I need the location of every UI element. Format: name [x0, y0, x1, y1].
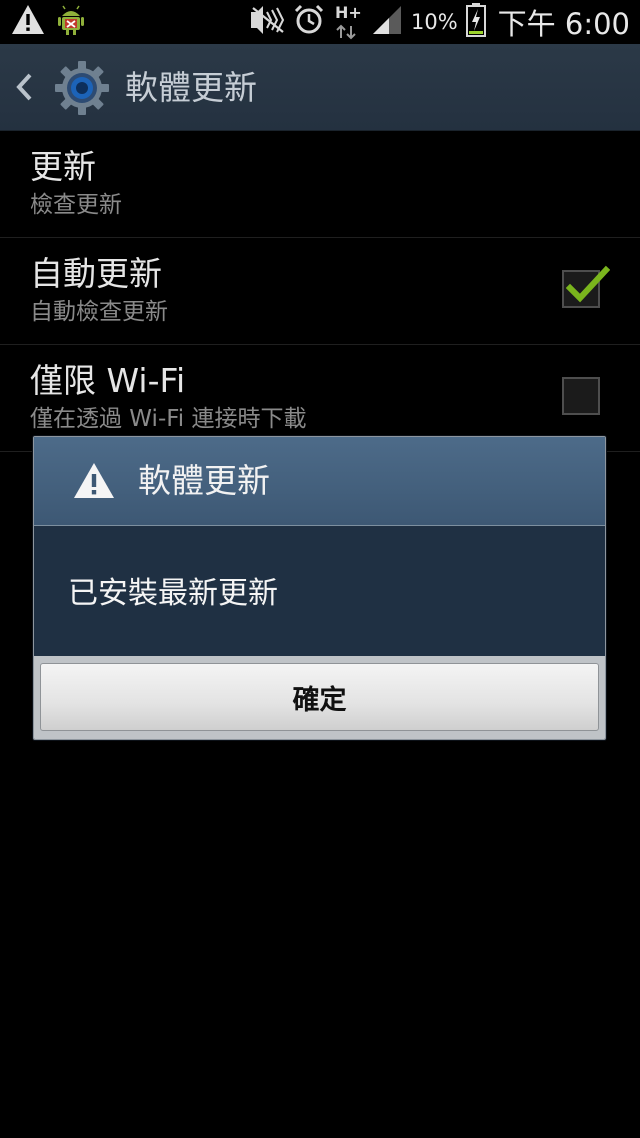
ok-button[interactable]: 確定 — [40, 663, 599, 731]
settings-item-summary: 僅在透過 Wi-Fi 連接時下載 — [30, 406, 307, 432]
update-dialog: 軟體更新 已安裝最新更新 確定 — [33, 436, 606, 740]
action-bar: 軟體更新 — [0, 44, 640, 131]
checkmark-icon — [566, 265, 610, 303]
signal-icon — [371, 5, 403, 39]
settings-item-title: 自動更新 — [30, 254, 162, 293]
settings-item-update[interactable]: 更新 檢查更新 — [0, 131, 640, 238]
battery-percent: 10% — [410, 10, 458, 34]
settings-item-summary: 檢查更新 — [30, 192, 122, 218]
status-clock: 下午 6:00 — [497, 7, 630, 41]
android-debug-icon — [56, 4, 86, 40]
dialog-footer: 確定 — [34, 656, 605, 739]
network-type-label: H+ — [334, 3, 362, 22]
battery-charging-icon — [465, 3, 486, 41]
status-right-icons: H+ 10% 下午 6:00 — [249, 0, 630, 44]
dialog-message: 已安裝最新更新 — [68, 576, 278, 611]
settings-item-auto-update[interactable]: 自動更新 自動檢查更新 — [0, 238, 640, 345]
settings-item-summary: 自動檢查更新 — [30, 299, 168, 325]
warning-icon — [10, 3, 46, 41]
settings-list: 更新 檢查更新 自動更新 自動檢查更新 僅限 Wi-Fi 僅在透過 Wi-Fi … — [0, 131, 640, 452]
status-bar: H+ 10% 下午 6:00 — [0, 0, 640, 44]
action-bar-title: 軟體更新 — [125, 68, 257, 107]
wifi-only-checkbox[interactable] — [562, 377, 600, 415]
warning-icon — [72, 461, 116, 501]
alarm-icon — [293, 4, 325, 40]
screen: H+ 10% 下午 6:00 軟體更新 更新 檢查更新 自動更新 自動檢查更新 … — [0, 0, 640, 1138]
auto-update-checkbox[interactable] — [562, 265, 610, 308]
dialog-header: 軟體更新 — [34, 437, 605, 526]
settings-item-title: 僅限 Wi-Fi — [30, 361, 186, 400]
settings-item-title: 更新 — [30, 147, 96, 186]
dialog-title: 軟體更新 — [138, 461, 270, 500]
gear-icon[interactable] — [52, 58, 112, 118]
dialog-body: 已安裝最新更新 — [34, 526, 605, 656]
nfc-muted-icon — [249, 6, 285, 38]
chevron-left-icon[interactable] — [12, 71, 38, 103]
hplus-data-icon: H+ — [333, 4, 363, 40]
status-left-icons — [10, 4, 86, 40]
